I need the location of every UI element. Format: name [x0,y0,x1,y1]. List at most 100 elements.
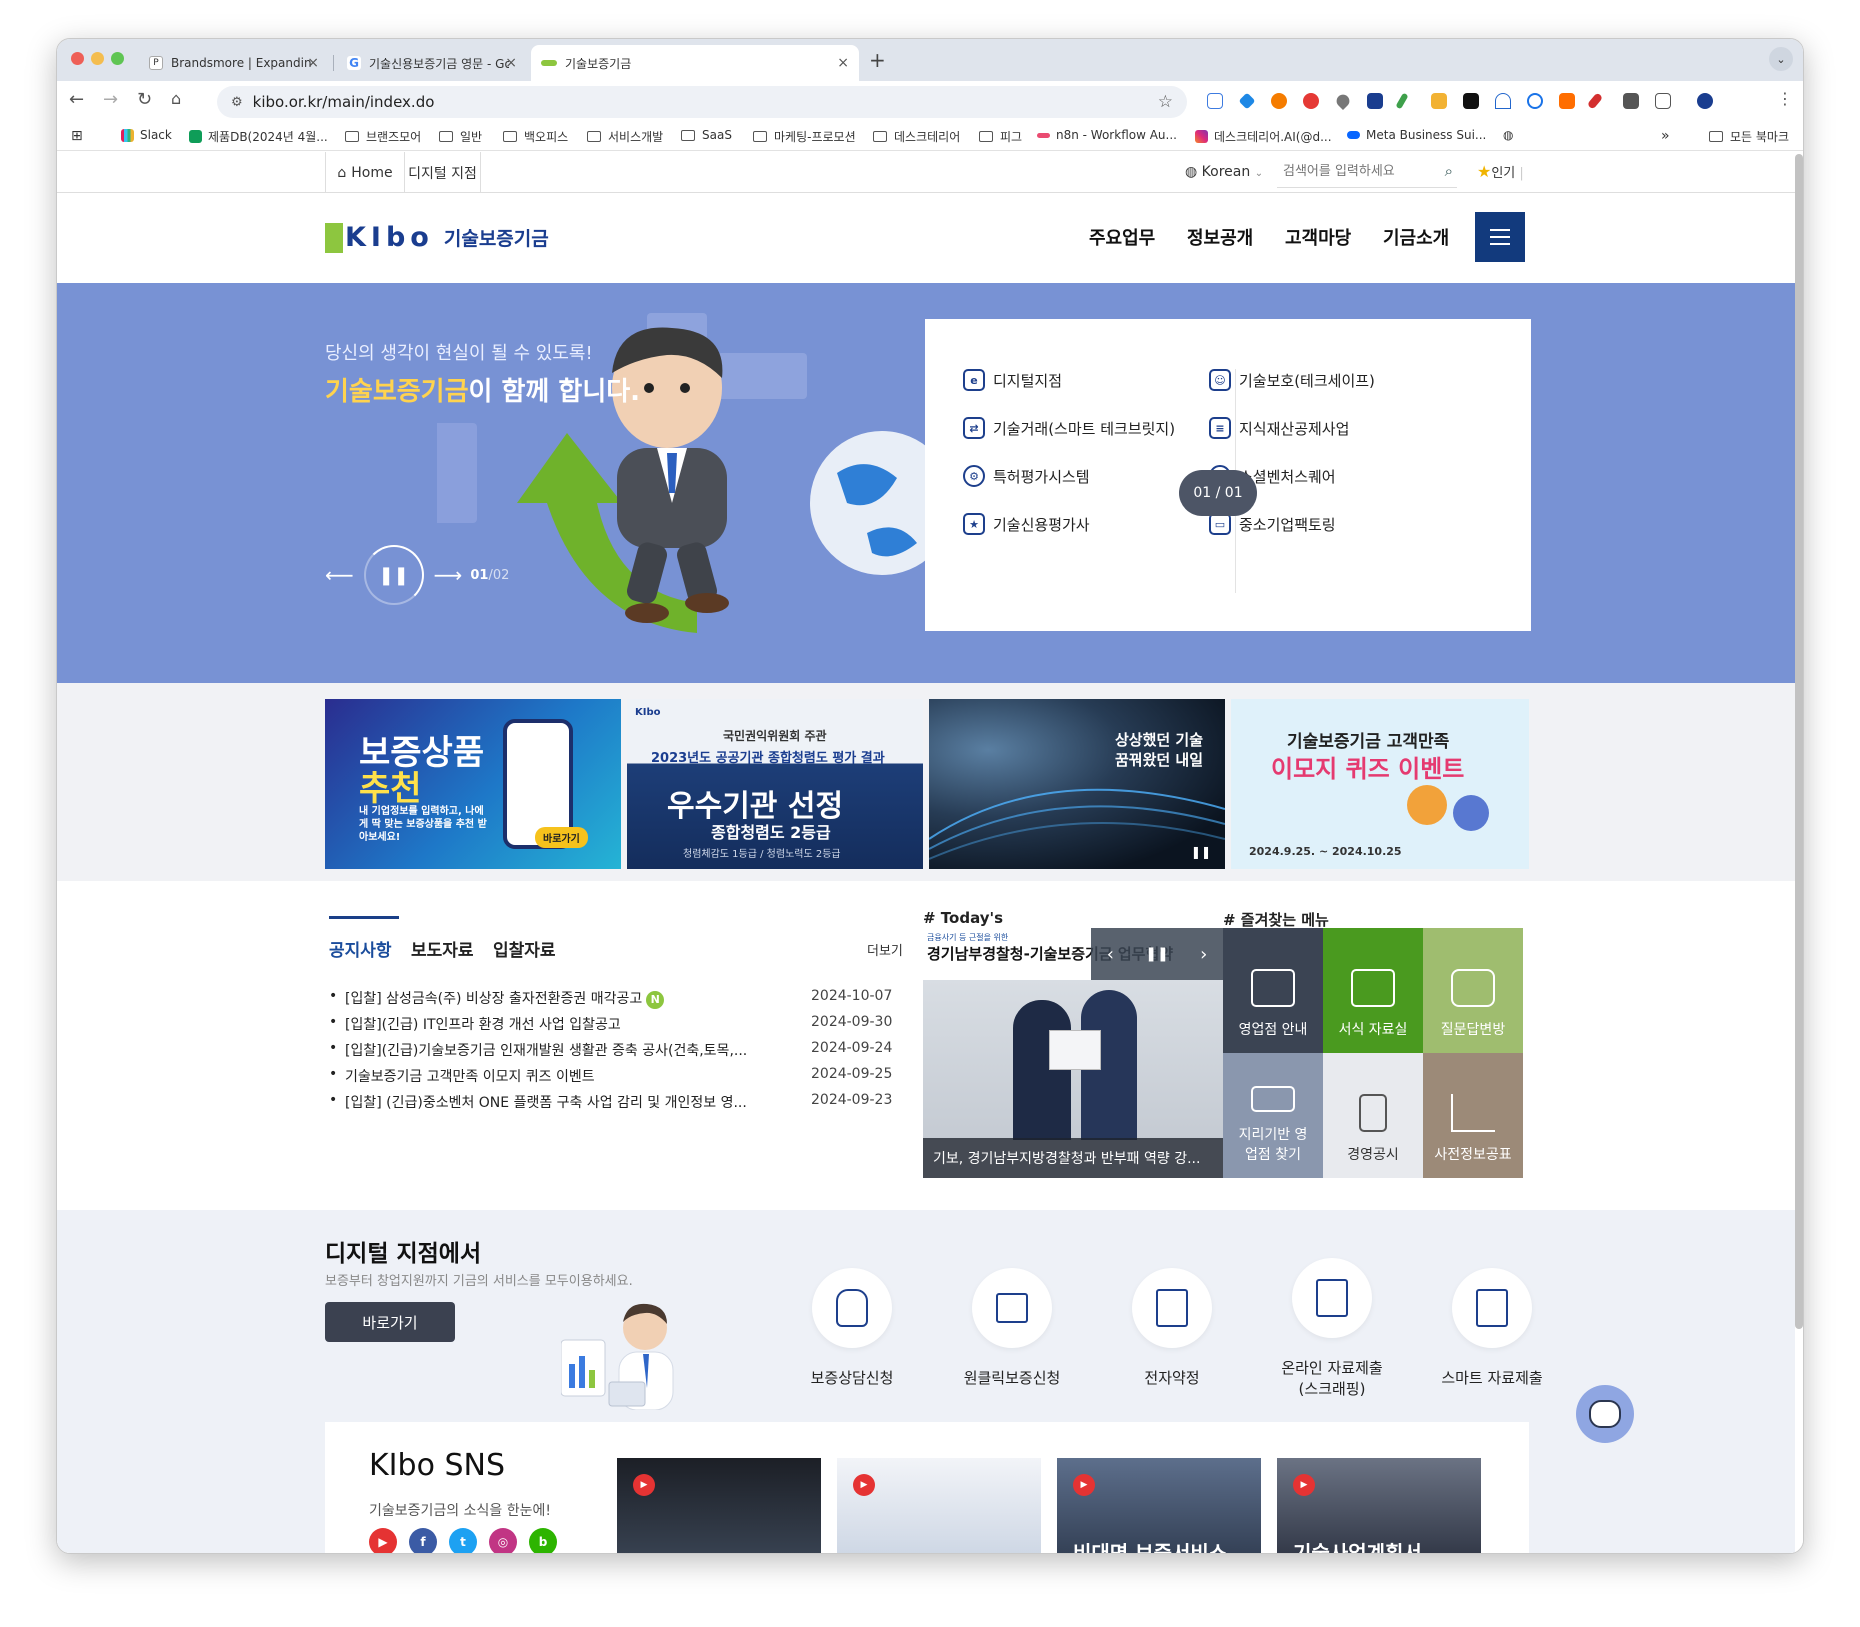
bookmark-item[interactable]: n8n - Workflow Au... [1037,128,1177,142]
extension-m-icon[interactable] [1463,93,1479,109]
service-patent-eval[interactable]: ⚙ 특허평가시스템 [963,465,1090,487]
notice-row[interactable]: • [입찰] (긴급)중소벤처 ONE 플랫폼 구축 사업 감리 및 개인정보 영… [329,1092,909,1112]
video-thumb-2[interactable]: ▶ [837,1458,1041,1553]
notice-row[interactable]: • [입찰](긴급)기술보증기금 인재개발원 생활관 증축 공사(건축,토목,..… [329,1040,909,1060]
profile-avatar-icon[interactable] [1697,93,1713,109]
banner-emoji-quiz[interactable]: 기술보증기금 고객만족 이모지 퀴즈 이벤트 2024.9.25. ~ 2024… [1231,699,1529,869]
instagram-icon[interactable]: ◎ [489,1528,517,1553]
service-e-contract[interactable]: 전자약정 [1107,1268,1237,1389]
facebook-icon[interactable]: f [409,1528,437,1553]
bookmarks-overflow-icon[interactable]: » [1661,128,1670,144]
digital-go-button[interactable]: 바로가기 [325,1302,455,1342]
prev-chevron-icon[interactable]: ‹ [1107,944,1114,965]
tab-close-icon[interactable]: × [837,55,849,71]
next-slide-arrow-icon[interactable]: ⟶ [434,563,463,587]
search-icon[interactable]: ⌕ [1445,162,1453,180]
home-link[interactable]: ⌂ Home [325,152,405,193]
page-scrollbar[interactable] [1795,154,1803,1329]
blog-icon[interactable]: b [529,1528,557,1553]
reload-icon[interactable]: ↻ [137,89,152,110]
tab-notices[interactable]: 공지사항 [329,936,392,961]
bookmark-star-icon[interactable]: ☆ [1158,92,1173,112]
back-arrow-icon[interactable]: ← [69,89,84,110]
kibo-logo[interactable]: KIbo 기술보증기금 [325,222,549,253]
extension-circle-icon[interactable] [1271,93,1287,109]
video-thumb-1[interactable]: ▶ [617,1458,821,1553]
nav-customer[interactable]: 고객마당 [1285,224,1351,250]
prev-slide-arrow-icon[interactable]: ⟵ [325,563,354,587]
extension-pen-icon[interactable] [1395,92,1409,110]
nav-main-business[interactable]: 주요업무 [1089,224,1155,250]
nav-about[interactable]: 기금소개 [1383,224,1449,250]
today-news-card[interactable]: 금융사기 등 근절을 위한 경기남부경찰청-기술보증기금 업무협약 ‹ ❚❚ ›… [923,928,1223,1178]
maximize-window-button[interactable] [111,52,124,65]
banner-future-tech[interactable]: 상상했던 기술 꿈꿔왔던 내일 ❚❚ [929,699,1225,869]
popular-keywords[interactable]: ★인기 | [1477,162,1524,181]
extension-doc-icon[interactable] [1207,93,1223,109]
service-tech-trade[interactable]: ⇄ 기술거래(스마트 테크브릿지) [963,417,1175,439]
extension-grid-icon[interactable] [1623,93,1639,109]
minimize-window-button[interactable] [91,52,104,65]
service-factoring[interactable]: ▭ 중소기업팩토링 [1209,513,1336,535]
bookmark-folder[interactable]: 피그 [979,128,1022,145]
twitter-icon[interactable]: t [449,1528,477,1553]
service-digital-branch[interactable]: e 디지털지점 [963,369,1062,391]
tab-search-chevron-icon[interactable]: ⌄ [1769,47,1793,71]
close-window-button[interactable] [71,52,84,65]
language-selector[interactable]: ◍ Korean ⌄ [1185,164,1263,180]
tab-bids[interactable]: 입찰자료 [493,936,556,961]
tile-pre-disclosure[interactable]: 사전정보공표 [1423,1053,1523,1178]
bookmark-folder[interactable]: 일반 [439,128,482,145]
browser-tab-1[interactable]: P Brandsmore | Expanding Lifes × [139,45,329,81]
chatbot-button[interactable] [1576,1385,1634,1443]
globe-icon[interactable]: ◍ [1503,128,1513,142]
banner-pause-icon[interactable]: ❚❚ [1191,845,1211,859]
bookmark-item[interactable]: Slack [121,128,172,142]
notice-row[interactable]: • 기술보증기금 고객만족 이모지 퀴즈 이벤트 2024-09-25 [329,1066,909,1086]
banner-integrity-award[interactable]: KIbo 국민권익위원회 주관 2023년도 공공기관 종합청렴도 평가 결과 … [627,699,923,869]
bookmark-item[interactable]: 제품DB(2024년 4월... [189,128,328,145]
extension-folder-icon[interactable] [1431,93,1447,109]
bookmark-item[interactable]: Meta Business Sui... [1347,128,1486,142]
extension-brush-icon[interactable] [1586,92,1604,110]
nav-info-disclosure[interactable]: 정보공개 [1187,224,1253,250]
extension-play-icon[interactable] [1303,93,1319,109]
bookmark-folder[interactable]: SaaS [681,128,732,142]
tile-management[interactable]: 경영공시 [1323,1053,1423,1178]
notice-row[interactable]: • [입찰] 삼성금속(주) 비상장 출자전환증권 매각공고 N 2024-10-07 [329,988,909,1009]
tile-branch-info[interactable]: 영업점 안내 [1223,928,1323,1053]
pause-icon[interactable]: ❚❚ [363,545,424,605]
bookmark-folder[interactable]: 브랜즈모어 [345,128,421,145]
digital-branch-link[interactable]: 디지털 지점 [405,152,481,193]
tile-form-library[interactable]: 서식 자료실 [1323,928,1423,1053]
service-smart-submit[interactable]: 스마트 자료제출 [1427,1268,1557,1389]
bookmark-folder[interactable]: 데스크테리어 [873,128,960,145]
bookmark-folder[interactable]: 서비스개발 [587,128,663,145]
apps-grid-icon[interactable]: ⊞ [71,128,83,144]
pause-icon[interactable]: ❚❚ [1145,946,1168,962]
bookmark-folder[interactable]: 마케팅-프로모션 [753,128,856,145]
video-thumb-3[interactable]: ▶ 비대면 보증서비스 [1057,1458,1261,1553]
service-one-click[interactable]: 원클릭보증신청 [947,1268,1077,1389]
extensions-puzzle-icon[interactable] [1655,93,1671,109]
banner-guarantee-recommend[interactable]: 보증상품 추천 내 기업정보를 입력하고, 나에게 딱 맞는 보증상품을 추천 … [325,699,621,869]
site-info-icon[interactable]: ⚙ [231,95,243,110]
extension-heart-icon[interactable] [1333,91,1353,111]
bookmark-folder[interactable]: 백오피스 [503,128,568,145]
browser-menu-icon[interactable]: ⋮ [1777,89,1793,108]
forward-arrow-icon[interactable]: → [103,89,118,110]
notice-row[interactable]: • [입찰](긴급) IT인프라 환경 개선 사업 입찰공고 2024-09-30 [329,1014,909,1034]
tab-press[interactable]: 보도자료 [411,936,474,961]
video-thumb-4[interactable]: ▶ 기술사업계획서 [1277,1458,1481,1553]
home-icon[interactable]: ⌂ [171,89,181,108]
extension-diamond-icon[interactable] [1238,92,1256,110]
tab-close-icon[interactable]: × [307,55,319,71]
search-input[interactable] [1277,156,1427,186]
service-credit-eval[interactable]: ★ 기술신용평가사 [963,513,1090,535]
more-link[interactable]: 더보기 [867,940,903,959]
service-ip-mutual[interactable]: ≡ 지식재산공제사업 [1209,417,1349,439]
new-tab-icon[interactable]: + [869,48,886,72]
extension-vue-icon[interactable] [1495,93,1511,109]
extension-wave-icon[interactable] [1367,93,1383,109]
tab-close-icon[interactable]: × [505,55,517,71]
